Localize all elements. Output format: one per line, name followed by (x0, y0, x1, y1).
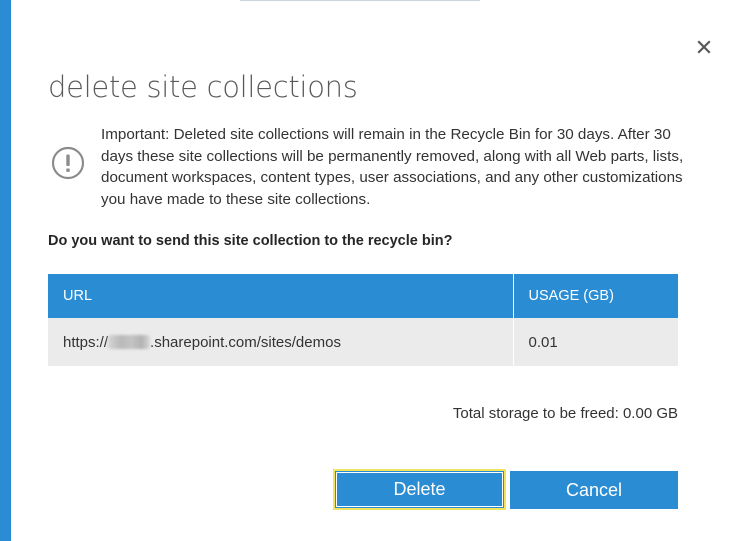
url-suffix: .sharepoint.com/sites/demos (150, 333, 341, 351)
close-icon (697, 40, 711, 54)
table-row[interactable]: https:// .sharepoint.com/sites/demos 0.01 (48, 318, 678, 366)
exclamation-circle-icon (51, 146, 85, 180)
site-collections-table: URL USAGE (GB) https:// .sharepoint.com/s… (48, 274, 678, 366)
url-cell: https:// .sharepoint.com/sites/demos (48, 318, 514, 366)
table-header-row: URL USAGE (GB) (48, 274, 678, 318)
column-header-usage[interactable]: USAGE (GB) (513, 274, 678, 318)
delete-button[interactable]: Delete (333, 469, 506, 510)
delete-dialog: delete site collections Important: Delet… (0, 0, 750, 541)
close-button[interactable] (693, 36, 715, 58)
cancel-button[interactable]: Cancel (510, 471, 678, 509)
url-prefix: https:// (63, 333, 109, 351)
total-storage-text: Total storage to be freed: 0.00 GB (452, 405, 678, 422)
notice-text: Important: Deleted site collections will… (101, 126, 684, 208)
confirmation-question: Do you want to send this site collection… (48, 233, 453, 249)
top-divider (240, 0, 480, 1)
column-header-url[interactable]: URL (48, 274, 514, 318)
left-accent-strip (0, 0, 11, 541)
dialog-title: delete site collections (48, 70, 358, 104)
redacted-tenant-name (108, 334, 151, 349)
usage-cell: 0.01 (513, 318, 678, 366)
